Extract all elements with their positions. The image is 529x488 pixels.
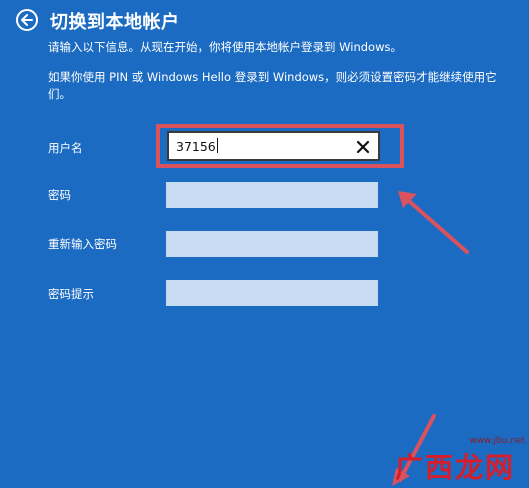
- switch-local-account-window: 切换到本地帐户 请输入以下信息。从现在开始，你将使用本地帐户登录到 Window…: [0, 0, 529, 488]
- watermark-logo: 广西龙网: [395, 451, 516, 484]
- password-hint-label: 密码提示: [48, 287, 94, 301]
- back-arrow-icon: [21, 14, 33, 26]
- annotation-highlight-box: [156, 124, 404, 168]
- password-label: 密码: [48, 188, 71, 202]
- reenter-password-input[interactable]: [166, 231, 378, 257]
- back-button[interactable]: [16, 9, 38, 31]
- watermark: www.jbu.net 广西龙网: [389, 432, 529, 488]
- description-line-2: 如果你使用 PIN 或 Windows Hello 登录到 Windows，则必…: [48, 70, 497, 101]
- reenter-password-label: 重新输入密码: [48, 237, 117, 251]
- watermark-url: www.jbu.net: [469, 436, 525, 446]
- description-line-1: 请输入以下信息。从现在开始，你将使用本地帐户登录到 Windows。: [48, 40, 402, 54]
- annotation-arrow-icon: [398, 191, 469, 254]
- page-title: 切换到本地帐户: [50, 12, 180, 33]
- password-hint-input[interactable]: [166, 280, 378, 306]
- password-input[interactable]: [166, 182, 378, 208]
- username-label: 用户名: [48, 141, 83, 155]
